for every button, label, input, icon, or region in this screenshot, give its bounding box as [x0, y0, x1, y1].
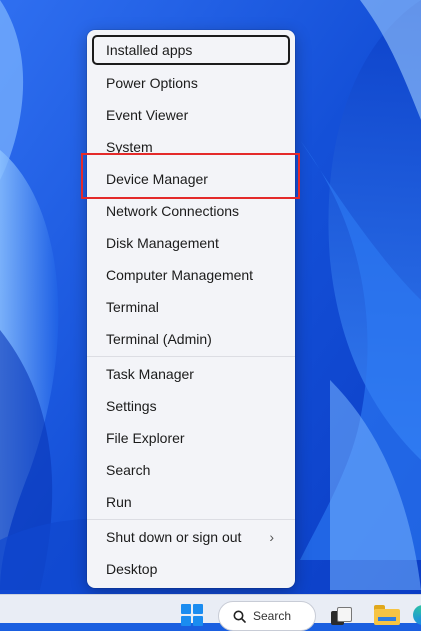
windows-start-icon[interactable]	[181, 604, 203, 626]
search-icon	[233, 610, 246, 623]
menu-item-run[interactable]: Run	[92, 487, 290, 517]
menu-item-task-manager[interactable]: Task Manager	[92, 359, 290, 389]
edge-icon[interactable]	[413, 605, 421, 625]
taskbar-search-label: Search	[253, 609, 292, 623]
menu-item-file-explorer[interactable]: File Explorer	[92, 423, 290, 453]
menu-item-disk-management[interactable]: Disk Management	[92, 228, 290, 258]
menu-item-label: Shut down or sign out	[106, 529, 242, 545]
menu-item-terminal-admin[interactable]: Terminal (Admin)	[92, 324, 290, 354]
menu-item-device-manager[interactable]: Device Manager	[92, 164, 290, 194]
menu-item-power-options[interactable]: Power Options	[92, 68, 290, 98]
menu-item-desktop[interactable]: Desktop	[92, 554, 290, 584]
chevron-right-icon: ›	[269, 529, 274, 545]
menu-item-computer-management[interactable]: Computer Management	[92, 260, 290, 290]
file-explorer-icon[interactable]	[374, 605, 400, 625]
menu-item-event-viewer[interactable]: Event Viewer	[92, 100, 290, 130]
menu-item-search[interactable]: Search	[92, 455, 290, 485]
taskbar: Search	[0, 594, 421, 631]
menu-item-settings[interactable]: Settings	[92, 391, 290, 421]
menu-item-terminal[interactable]: Terminal	[92, 292, 290, 322]
menu-item-installed-apps[interactable]: Installed apps	[92, 35, 290, 65]
menu-item-system[interactable]: System	[92, 132, 290, 162]
menu-separator	[87, 356, 295, 357]
menu-separator	[87, 519, 295, 520]
menu-item-shut-down-or-sign-out[interactable]: Shut down or sign out ›	[92, 522, 290, 552]
task-view-icon[interactable]	[331, 607, 352, 625]
quick-link-menu: Installed apps Power Options Event Viewe…	[87, 30, 295, 588]
menu-item-network-connections[interactable]: Network Connections	[92, 196, 290, 226]
taskbar-search-box[interactable]: Search	[218, 601, 316, 631]
